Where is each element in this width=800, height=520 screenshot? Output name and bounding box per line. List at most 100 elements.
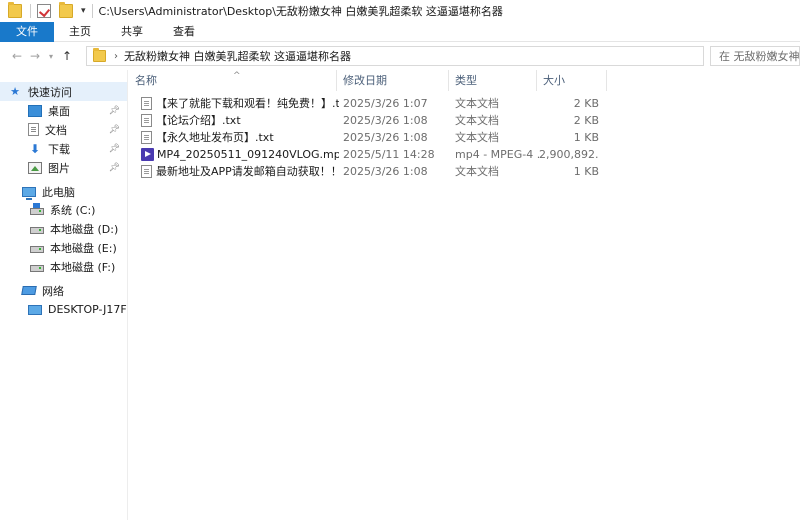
file-date: 2025/3/26 1:08 — [343, 165, 428, 178]
drive-icon — [30, 265, 44, 272]
file-type: 文本文档 — [455, 131, 499, 144]
nav-drive-e[interactable]: 本地磁盘 (E:) — [0, 238, 117, 257]
nav-label: 此电脑 — [42, 185, 75, 199]
file-date: 2025/3/26 1:08 — [343, 114, 428, 127]
file-name: MP4_20250511_091240VLOG.mp4 — [157, 148, 339, 161]
file-date: 2025/3/26 1:08 — [343, 131, 428, 144]
pin-icon[interactable]: 📌︎ — [109, 106, 120, 116]
video-file-icon — [141, 148, 154, 161]
nav-this-pc[interactable]: 此电脑 — [0, 182, 75, 201]
text-file-icon — [141, 97, 152, 110]
nav-network-computer[interactable]: DESKTOP-J17F8H6 — [0, 300, 127, 319]
monitor-icon — [28, 304, 42, 315]
column-header-name[interactable]: 名称 ^ — [129, 70, 337, 91]
pin-icon[interactable]: 📌︎ — [109, 163, 120, 173]
properties-icon[interactable] — [37, 4, 51, 18]
star-icon: ★ — [10, 85, 20, 98]
ribbon-tabs: 文件 主页 共享 查看 — [0, 22, 800, 42]
nav-label: 桌面 — [48, 104, 70, 118]
nav-label: 下载 — [48, 142, 70, 156]
quick-access-toolbar: ▾ — [0, 0, 99, 22]
up-arrow-icon[interactable]: ↑ — [58, 49, 76, 63]
navigation-bar: ← → ▾ ↑ › 无敌粉嫩女神 白嫩美乳超柔软 这逼逼堪称名器 在 无敌粉嫩女… — [0, 42, 800, 70]
file-size: 2 KB — [573, 97, 599, 110]
nav-label: 本地磁盘 (F:) — [50, 260, 116, 274]
nav-label: 网络 — [42, 284, 64, 298]
pin-icon[interactable]: 📌︎ — [109, 125, 120, 135]
nav-label: 文档 — [45, 123, 67, 137]
nav-quick-access[interactable]: ★ 快速访问 — [0, 82, 127, 101]
file-row[interactable]: 最新地址及APP请发邮箱自动获取！！！.... 2025/3/26 1:08 文… — [129, 163, 800, 180]
nav-label: 快速访问 — [28, 85, 72, 99]
nav-drive-f[interactable]: 本地磁盘 (F:) — [0, 257, 115, 276]
back-arrow-icon[interactable]: ← — [8, 49, 26, 63]
address-bar[interactable]: › 无敌粉嫩女神 白嫩美乳超柔软 这逼逼堪称名器 — [86, 46, 704, 66]
folder-icon[interactable] — [8, 2, 22, 18]
nav-item-desktop[interactable]: 桌面 📌︎ — [0, 101, 127, 120]
nav-drive-c[interactable]: 系统 (C:) — [0, 200, 95, 219]
nav-label: 系统 (C:) — [50, 203, 96, 217]
pictures-icon — [28, 161, 42, 174]
folder-icon — [93, 48, 106, 62]
search-input[interactable]: 在 无敌粉嫩女神 — [710, 46, 800, 66]
toolbar-divider — [30, 4, 31, 18]
documents-icon — [28, 123, 39, 136]
window-title: C:\Users\Administrator\Desktop\无敌粉嫩女神 白嫩… — [98, 5, 503, 18]
new-folder-icon[interactable] — [59, 2, 73, 18]
file-size: 1 KB — [573, 165, 599, 178]
file-size: 1 KB — [573, 131, 599, 144]
drive-icon — [30, 227, 44, 234]
file-name: 【论坛介绍】.txt — [156, 114, 241, 127]
nav-item-documents[interactable]: 文档 📌︎ — [0, 120, 127, 139]
file-row[interactable]: 【永久地址发布页】.txt 2025/3/26 1:08 文本文档 1 KB — [129, 129, 800, 146]
nav-label: 图片 — [48, 161, 70, 175]
nav-item-pictures[interactable]: 图片 📌︎ — [0, 158, 127, 177]
file-date: 2025/5/11 14:28 — [343, 148, 435, 161]
file-row[interactable]: 【来了就能下载和观看！纯免费！】.txt 2025/3/26 1:07 文本文档… — [129, 95, 800, 112]
text-file-icon — [141, 131, 152, 144]
system-drive-icon — [30, 203, 44, 215]
desktop-icon — [28, 104, 42, 117]
file-name: 【来了就能下载和观看！纯免费！】.txt — [156, 97, 339, 110]
title-bar: ▾ C:\Users\Administrator\Desktop\无敌粉嫩女神 … — [0, 0, 800, 22]
column-header-label: 名称 — [135, 74, 157, 87]
file-type: 文本文档 — [455, 97, 499, 110]
nav-label: DESKTOP-J17F8H6 — [48, 303, 127, 316]
nav-label: 本地磁盘 (E:) — [50, 241, 117, 255]
file-name: 【永久地址发布页】.txt — [156, 131, 274, 144]
tab-home[interactable]: 主页 — [54, 22, 106, 42]
nav-network[interactable]: 网络 — [0, 281, 64, 300]
column-header-size[interactable]: 大小 — [537, 70, 607, 91]
sort-ascending-icon: ^ — [233, 71, 241, 81]
file-type: 文本文档 — [455, 114, 499, 127]
pin-icon[interactable]: 📌︎ — [109, 144, 120, 154]
column-header-type[interactable]: 类型 — [449, 70, 537, 91]
toolbar-divider — [91, 4, 93, 18]
network-icon — [21, 286, 37, 295]
forward-arrow-icon[interactable]: → — [26, 49, 44, 63]
nav-label: 本地磁盘 (D:) — [50, 222, 119, 236]
drive-icon — [30, 246, 44, 253]
breadcrumb-chevron-icon[interactable]: › — [114, 51, 118, 62]
breadcrumb-current-folder[interactable]: 无敌粉嫩女神 白嫩美乳超柔软 这逼逼堪称名器 — [124, 48, 351, 64]
file-row[interactable]: 【论坛介绍】.txt 2025/3/26 1:08 文本文档 2 KB — [129, 112, 800, 129]
tab-file[interactable]: 文件 — [0, 22, 54, 42]
column-header-date[interactable]: 修改日期 — [337, 70, 449, 91]
navigation-pane: ★ 快速访问 桌面 📌︎ 文档 📌︎ ⬇ 下载 📌︎ 图片 📌︎ 此电脑 系统 … — [0, 70, 128, 520]
nav-drive-d[interactable]: 本地磁盘 (D:) — [0, 219, 118, 238]
text-file-icon — [141, 114, 152, 127]
tab-view[interactable]: 查看 — [158, 22, 210, 42]
file-size: 2 KB — [573, 114, 599, 127]
text-file-icon — [141, 165, 152, 178]
file-name: 最新地址及APP请发邮箱自动获取！！！.... — [156, 165, 339, 178]
customize-toolbar-dropdown-icon[interactable]: ▾ — [81, 6, 86, 16]
file-size: 2,900,892... — [539, 148, 599, 161]
file-type: mp4 - MPEG-4 ... — [455, 148, 541, 161]
tab-share[interactable]: 共享 — [106, 22, 158, 42]
download-icon: ⬇ — [29, 141, 41, 156]
file-date: 2025/3/26 1:07 — [343, 97, 428, 110]
nav-item-downloads[interactable]: ⬇ 下载 📌︎ — [0, 139, 127, 158]
recent-locations-dropdown-icon[interactable]: ▾ — [44, 52, 58, 61]
file-row[interactable]: MP4_20250511_091240VLOG.mp4 2025/5/11 14… — [129, 146, 800, 163]
computer-icon — [22, 186, 36, 200]
